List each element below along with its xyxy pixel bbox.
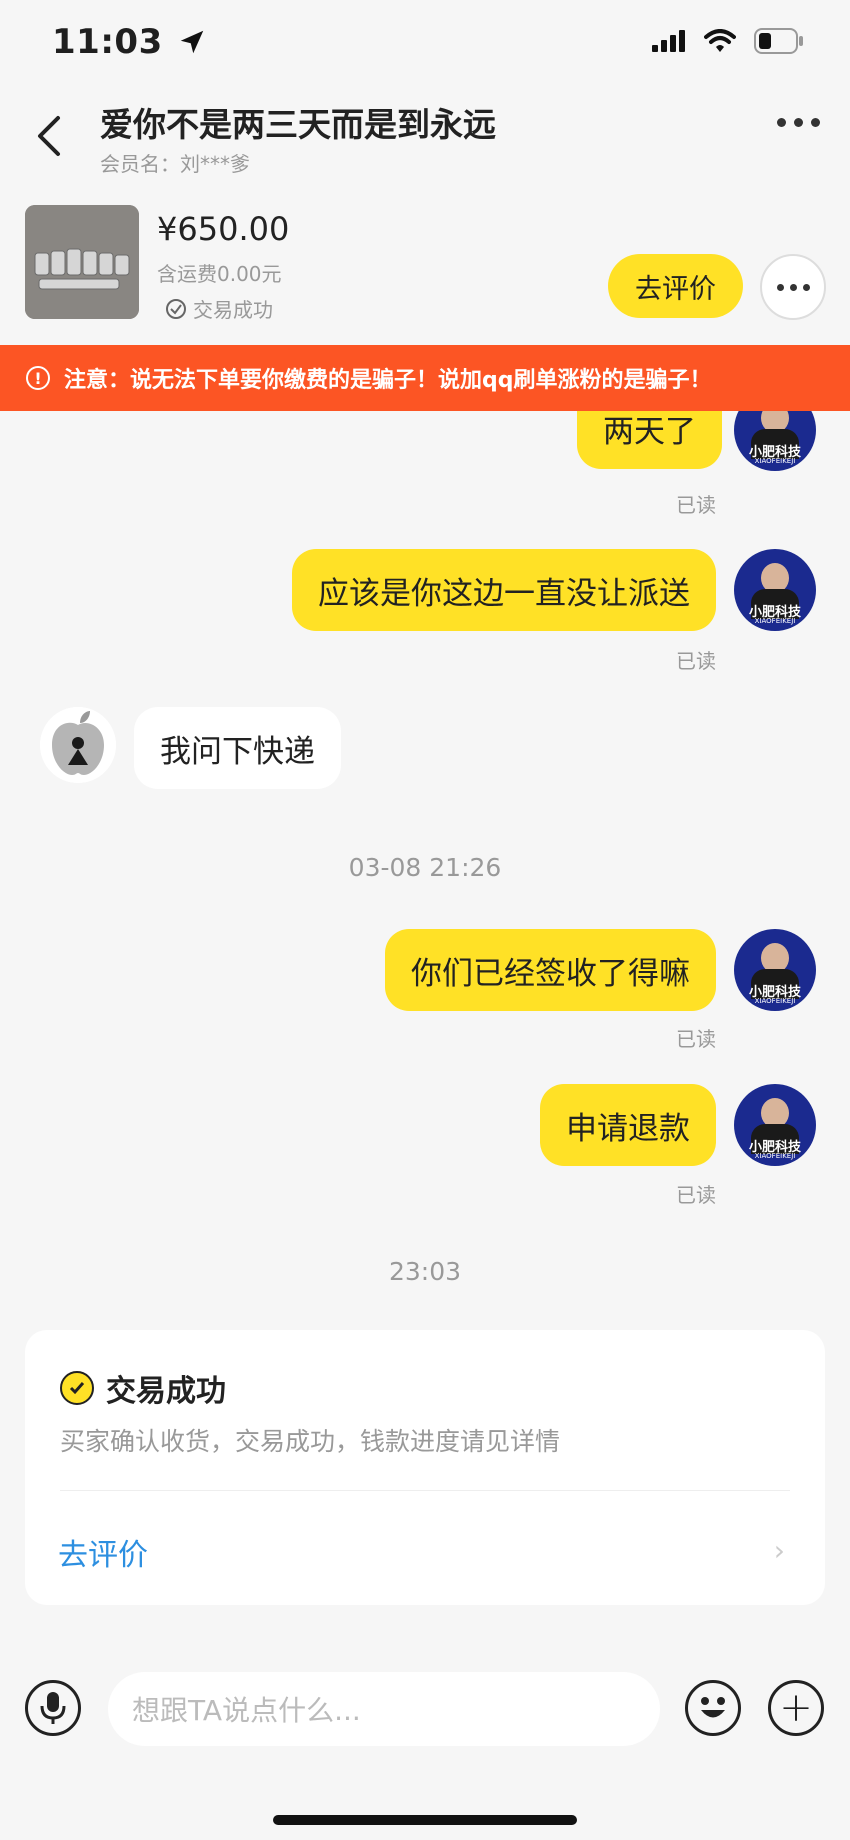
message-text: 应该是你这边一直没让派送 [318,575,690,612]
card-description: 买家确认收货，交易成功，钱款进度请见详情 [60,1427,561,1456]
read-receipt: 已读 [676,1183,716,1207]
message-bubble-mine[interactable]: 两天了 [577,411,722,469]
warning-banner: ! 注意：说无法下单要你缴费的是骗子！说加qq刷单涨粉的是骗子！ [0,345,850,411]
member-name: 会员名：刘***爹 [100,152,250,176]
rate-button[interactable]: 去评价 [608,254,743,318]
chat-timestamp: 23:03 [388,1257,462,1286]
read-receipt: 已读 [676,649,716,673]
card-title-text: 交易成功 [106,1374,226,1409]
avatar-sublabel: XIAOFEIKEJI [754,457,796,465]
avatar-other[interactable] [40,707,116,783]
warning-text: 注意：说无法下单要你缴费的是骗子！说加qq刷单涨粉的是骗子！ [64,368,712,393]
battery-icon [754,28,803,54]
time-text: 11:03 [52,22,163,62]
message-bubble-other[interactable]: 我问下快递 [134,707,341,789]
read-receipt: 已读 [676,493,716,517]
wifi-icon [704,29,736,52]
message-text: 我问下快递 [160,733,315,770]
home-indicator [273,1815,577,1825]
message-bubble-mine[interactable]: 应该是你这边一直没让派送 [292,549,716,631]
status-time: 11:03 [52,22,207,62]
message-text: 你们已经签收了得嘛 [411,955,690,992]
avatar[interactable]: 小肥科技 XIAOFEIKEJI [734,929,816,1011]
message-input[interactable]: 想跟TA说点什么... [108,1672,660,1746]
avatar[interactable]: 小肥科技 XIAOFEIKEJI [734,411,816,471]
card-divider [60,1490,790,1491]
product-price: ¥650.00 [157,210,290,248]
check-icon [166,298,186,319]
chevron-right-icon[interactable]: › [774,1534,785,1567]
message-bubble-mine[interactable]: 申请退款 [540,1084,716,1166]
signal-icon [652,30,685,52]
card-title: 交易成功 [60,1366,226,1410]
avatar-sublabel: XIAOFEIKEJI [754,1152,796,1160]
avatar-sublabel: XIAOFEIKEJI [754,617,796,625]
avatar-sublabel: XIAOFEIKEJI [754,997,796,1005]
chat-title: 爱你不是两三天而是到永远 [100,105,496,144]
message-bubble-mine[interactable]: 你们已经签收了得嘛 [385,929,716,1011]
emoji-icon[interactable] [685,1680,741,1736]
apple-logo-icon [40,707,116,783]
message-text: 申请退款 [566,1110,690,1147]
chat-timestamp: 03-08 21:26 [348,853,502,882]
message-text: 两天了 [603,413,696,450]
card-rate-link[interactable]: 去评价 [58,1530,148,1574]
order-status: 交易成功 [165,294,273,323]
plus-icon[interactable]: + [768,1680,824,1736]
status-indicators [652,28,804,54]
product-thumbnail[interactable] [25,205,139,319]
avatar[interactable]: 小肥科技 XIAOFEIKEJI [734,549,816,631]
alert-icon: ! [26,366,50,390]
more-options-button[interactable] [760,254,826,320]
shipping-fee: 含运费0.00元 [157,262,282,286]
back-icon[interactable] [28,106,76,166]
order-status-text: 交易成功 [193,298,273,322]
location-arrow-icon [180,30,204,54]
read-receipt: 已读 [676,1027,716,1051]
check-icon [60,1371,94,1405]
more-icon[interactable] [777,118,820,127]
mic-icon[interactable] [25,1680,81,1736]
avatar[interactable]: 小肥科技 XIAOFEIKEJI [734,1084,816,1166]
